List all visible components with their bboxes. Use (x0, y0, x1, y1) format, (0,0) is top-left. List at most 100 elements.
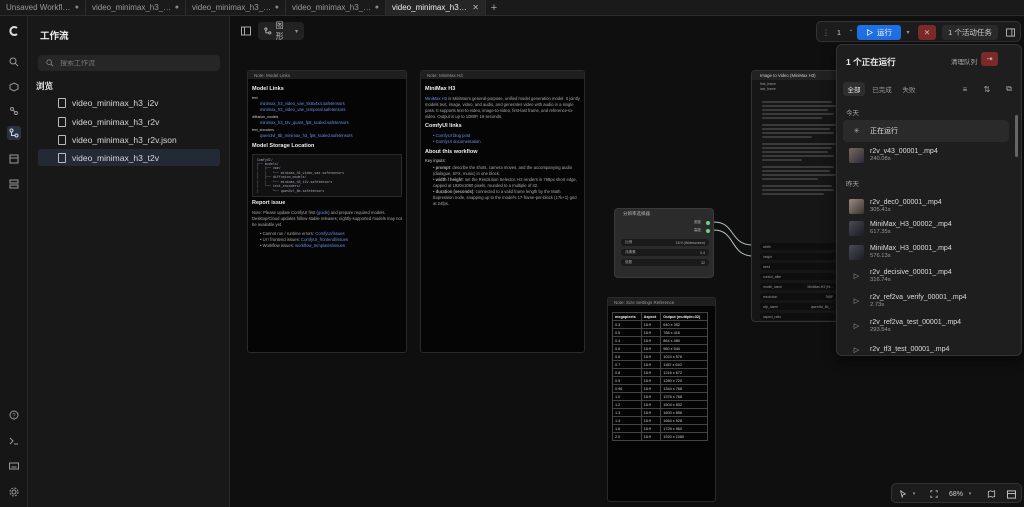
workflow-item-selected[interactable]: video_minimax_h3_t2v (38, 149, 220, 166)
table-row: 1.6 16:9 1728 x 960 (612, 424, 708, 433)
cancel-run-button[interactable]: ✕ (918, 25, 936, 40)
comfy-logo-icon[interactable] (7, 24, 21, 38)
workflow-item[interactable]: video_minimax_h3_i2v (38, 94, 220, 111)
gear-icon[interactable] (7, 485, 21, 499)
zoom-chevron-down-icon[interactable]: ▾ (966, 487, 974, 501)
batch-count-stepper[interactable]: ⌃ (847, 25, 855, 40)
assets-icon[interactable] (7, 177, 21, 191)
queue-item[interactable]: MiniMax_H3_00002_.mp4 617.35s (843, 217, 1009, 239)
tab-unsaved-workflow[interactable]: Unsaved Workflow ● (0, 0, 86, 15)
tab-workflow-2[interactable]: video_minimax_h3_r… ● (86, 0, 186, 15)
note-size-settings[interactable]: Note: Size Settings Reference megapixels… (607, 297, 716, 502)
tab-label: video_minimax_h3_r… (292, 3, 372, 12)
queue-item-name: 正在运行 (870, 128, 898, 135)
clip-name-widget[interactable]: clip_name qwen3vl_8b_... (760, 303, 836, 310)
terminal-icon[interactable] (7, 434, 21, 448)
drag-handle-icon[interactable]: ⋮ (821, 25, 831, 40)
queue-item[interactable]: MiniMax_H3_00001_.mp4 576.13s (843, 241, 1009, 263)
table-cell: 1344 x 768 (660, 384, 708, 393)
tab-bar: Unsaved Workflow ● video_minimax_h3_r… ● v… (0, 0, 1024, 16)
sort-icon[interactable]: ⇅ (981, 83, 993, 95)
cube-icon[interactable] (7, 80, 21, 94)
pointer-tool-icon[interactable] (896, 487, 910, 501)
fit-view-icon[interactable] (928, 487, 940, 501)
play-icon: ▷ (853, 298, 860, 305)
batch-count-value[interactable]: 1 (833, 25, 845, 40)
clear-queue-button[interactable]: 清理队列 (951, 56, 977, 66)
queue-item[interactable]: ▷ r2v_ref2va_test_00001_.mp4 293.54s (843, 315, 1009, 337)
table-cell: 0.96 (612, 384, 642, 393)
aspect-ratio-widget[interactable]: aspect_ratio (760, 313, 836, 320)
run-options-chevron-icon[interactable]: ▾ (903, 25, 913, 40)
icon-rail: ? (0, 16, 28, 507)
model-library-icon[interactable] (7, 104, 21, 118)
zoom-level[interactable]: 68% (946, 487, 966, 501)
table-cell: 0.9 (612, 376, 642, 385)
help-icon[interactable]: ? (7, 408, 21, 422)
queue-item-running[interactable]: ✳ 正在运行 (843, 120, 1009, 142)
clear-queue-trash-button[interactable]: ⇥ (981, 52, 998, 66)
active-tasks-button[interactable]: 1 个活动任务 (942, 25, 998, 40)
widget-label: model_name (763, 284, 783, 289)
table-cell: 16:9 (640, 432, 662, 441)
control-after-widget[interactable]: control_after (760, 273, 836, 280)
templates-icon[interactable] (7, 152, 21, 166)
run-controls: ⋮ 1 ⌃ 运行 ▾ ✕ 1 个活动任务 (816, 21, 1021, 42)
search-box[interactable] (38, 55, 220, 71)
widget-label: clip_name (763, 304, 779, 309)
tab-workflow-3[interactable]: video_minimax_h3_i… ● (186, 0, 286, 15)
link-visibility-icon[interactable] (1004, 487, 1018, 501)
resolution-widget[interactable]: resolution 768P (760, 293, 836, 300)
table-row: 0.3 16:9 640 x 352 (612, 320, 708, 329)
table-cell: 16:9 (640, 416, 662, 425)
image-to-video-node[interactable]: Image to Video (MiniMax H3) first_frame … (751, 70, 839, 322)
queue-item-name: r2v_ref2va_verify_00001_.mp4 (870, 294, 967, 301)
tab-workflow-4[interactable]: video_minimax_h3_r… ● (286, 0, 386, 15)
filter-all-tab[interactable]: 全部 (843, 82, 865, 96)
close-icon[interactable]: ✕ (472, 3, 479, 12)
table-row: 1.4 16:9 1664 x 928 (612, 416, 708, 425)
workflow-item[interactable]: video_minimax_h3_r2v (38, 113, 220, 130)
height-widget[interactable]: height (760, 253, 836, 260)
table-cell: 768 x 416 (660, 328, 708, 337)
minimap-icon[interactable] (984, 487, 998, 501)
tool-chevron-down-icon[interactable]: ▾ (910, 487, 918, 501)
filter-failed-tab[interactable]: 失败 (899, 82, 919, 96)
table-cell: 864 x 480 (660, 336, 708, 345)
video-thumbnail (849, 147, 864, 163)
queue-item-name: r2v_v43_00001_.mp4 (870, 148, 938, 155)
run-button[interactable]: 运行 (857, 25, 901, 40)
queue-item[interactable]: r2v_dec0_00001_.mp4 305.41s (843, 195, 1009, 217)
table-cell: 1376 x 768 (660, 392, 708, 401)
table-cell: 1024 x 576 (660, 352, 708, 361)
workflow-item[interactable]: video_minimax_h3_r2v.json (38, 131, 220, 148)
table-cell: 16:9 (640, 376, 662, 385)
prompt-text-area[interactable] (756, 99, 836, 239)
queue-item[interactable]: ▷ r2v_decisive_00001_.mp4 316.74s (843, 265, 1009, 287)
search-icon[interactable] (7, 55, 21, 69)
filter-icon[interactable]: ≡ (959, 83, 971, 95)
tab-workflow-active[interactable]: video_minimax_h3_t… ✕ (386, 0, 486, 15)
search-input[interactable] (60, 59, 210, 67)
new-tab-button[interactable]: + (486, 0, 502, 15)
width-widget[interactable]: width (760, 243, 836, 250)
export-icon[interactable]: ⧉ (1003, 83, 1015, 95)
keyboard-icon[interactable] (7, 459, 21, 473)
queue-scrollbar[interactable] (1015, 115, 1018, 157)
table-cell: 1216 x 672 (660, 368, 708, 377)
seed-widget[interactable]: seed (760, 263, 836, 270)
filter-completed-tab[interactable]: 已完成 (869, 82, 895, 96)
queue-item[interactable]: r2v_v43_00001_.mp4 240.08s (843, 144, 1009, 166)
table-cell: 0.6 (612, 344, 642, 353)
run-label: 运行 (877, 28, 892, 37)
queue-item-name: r2v_ref2va_test_00001_.mp4 (870, 319, 962, 326)
widget-label: width (763, 244, 771, 249)
trash-icon: ⇥ (986, 56, 993, 63)
video-thumbnail (849, 220, 864, 236)
toggle-panel-icon[interactable] (1003, 25, 1017, 40)
tab-label: video_minimax_h3_t… (392, 3, 470, 12)
model-name-widget[interactable]: model_name MiniMax-H3 (Hi... (760, 283, 836, 290)
queue-item[interactable]: ▷ r2v_ref2va_verify_00001_.mp4 2.73s (843, 290, 1009, 312)
workflows-icon[interactable] (7, 126, 21, 140)
queue-item[interactable]: ▷ r2v_tf3_test_00001_.mp4 (843, 339, 1009, 355)
